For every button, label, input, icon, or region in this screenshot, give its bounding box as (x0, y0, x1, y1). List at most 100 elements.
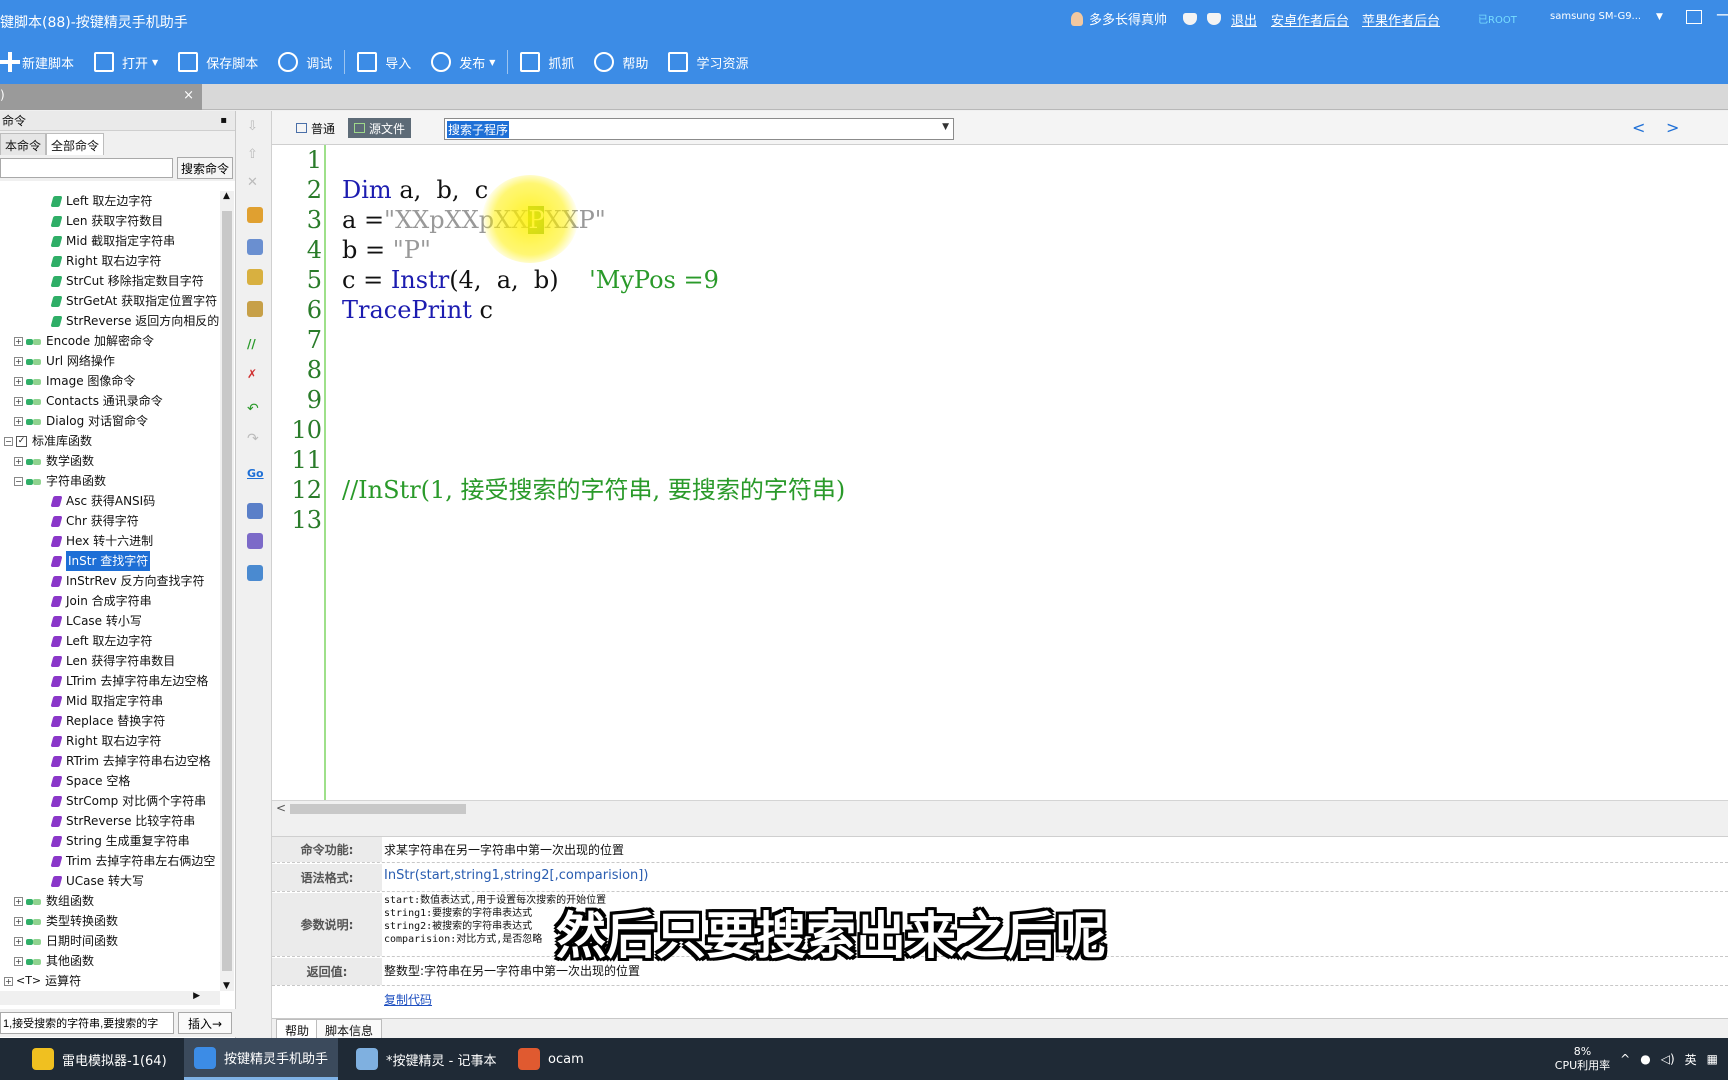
arrow-up-icon[interactable]: ⇧ (247, 147, 263, 163)
expand-icon[interactable]: + (14, 336, 23, 346)
tree-item[interactable]: InStr 查找字符 (50, 551, 151, 571)
nav-back-icon[interactable]: < (1632, 118, 1645, 137)
tree-item[interactable]: Space 空格 (50, 771, 130, 791)
collapse-icon[interactable]: − (14, 476, 23, 486)
tab-script-info[interactable]: 脚本信息 (316, 1019, 383, 1039)
tree-item[interactable]: + Image 图像命令 (14, 371, 135, 391)
tree-item[interactable]: LCase 转小写 (50, 611, 142, 631)
new-script-button[interactable]: 新建脚本 (0, 40, 84, 84)
tree-item[interactable]: RTrim 去掉字符串右边空格 (50, 751, 211, 771)
normal-view-button[interactable]: 普通 (290, 118, 341, 138)
microphone-icon[interactable]: ● (1640, 1052, 1650, 1066)
expand-icon[interactable]: + (14, 456, 23, 466)
logout-link[interactable]: 退出 (1231, 10, 1257, 29)
tree-item[interactable]: Left 取左边字符 (50, 631, 152, 651)
find-icon[interactable] (247, 503, 263, 519)
android-author-link[interactable]: 安卓作者后台 (1271, 10, 1349, 29)
expand-icon[interactable]: + (14, 416, 23, 426)
tree-item[interactable]: String 生成重复字符串 (50, 831, 190, 851)
expand-icon[interactable]: + (14, 916, 23, 926)
taskbar-item-assistant[interactable]: 按键精灵手机助手 (184, 1038, 339, 1080)
delete-icon[interactable]: ✕ (247, 175, 263, 191)
tree-item[interactable]: StrGetAt 获取指定位置字符 (50, 291, 217, 311)
expand-icon[interactable]: + (14, 896, 23, 906)
user-info[interactable]: 多多长得真帅 (1071, 9, 1223, 28)
taskbar-item-ocam[interactable]: ocam (508, 1038, 594, 1080)
scroll-left-icon[interactable]: < (276, 801, 286, 815)
editor-scroll-thumb[interactable] (290, 804, 466, 814)
script-tab[interactable]: ) × (0, 84, 202, 110)
tree-item[interactable]: + Dialog 对话窗命令 (14, 411, 148, 431)
tab-common-commands[interactable]: 本命令 (0, 133, 47, 155)
scrollbar-thumb[interactable] (222, 211, 232, 971)
expand-icon[interactable]: + (4, 976, 13, 986)
tree-item[interactable]: StrReverse 比较字符串 (50, 811, 195, 831)
tree-item[interactable]: − ✓ 标准库函数 (4, 431, 92, 451)
tab-all-commands[interactable]: 全部命令 (46, 133, 105, 155)
device-selector[interactable]: samsung SM-G9... (1550, 11, 1641, 22)
command-search-input[interactable] (0, 158, 173, 178)
volume-icon[interactable]: ◁) (1661, 1052, 1675, 1066)
tree-item[interactable]: − 字符串函数 (14, 471, 106, 491)
tree-item[interactable]: StrComp 对比俩个字符串 (50, 791, 206, 811)
replace-icon[interactable] (247, 533, 263, 549)
debug-button[interactable]: 调试 (268, 40, 342, 84)
tree-item[interactable]: Left 取左边字符 (50, 191, 152, 211)
chevron-up-icon[interactable]: ^ (1620, 1052, 1630, 1066)
arrow-down-icon[interactable]: ⇩ (247, 119, 263, 135)
learn-resources-button[interactable]: 学习资源 (658, 40, 758, 84)
tree-item[interactable]: + Encode 加解密命令 (14, 331, 154, 351)
list-icon[interactable] (247, 565, 263, 581)
grid-icon[interactable]: ▦ (1707, 1052, 1718, 1066)
tree-item[interactable]: Chr 获得字符 (50, 511, 139, 531)
tree-item[interactable]: Len 获得字符串数目 (50, 651, 175, 671)
command-tree[interactable]: Left 取左边字符 Len 获取字符数目 Mid 截取指定字符串 Right 取右边… (0, 191, 220, 991)
restore-window-button[interactable] (1686, 10, 1702, 24)
uncomment-icon[interactable]: ✗ (247, 367, 263, 383)
scroll-down-icon[interactable]: ▼ (223, 981, 230, 991)
tree-item[interactable]: Mid 截取指定字符串 (50, 231, 175, 251)
nav-forward-icon[interactable]: > (1666, 118, 1679, 137)
device-dropdown-icon[interactable]: ▼ (1656, 12, 1663, 22)
undo-icon[interactable]: ↶ (247, 401, 263, 417)
pin-icon[interactable]: ▪ (220, 111, 227, 131)
open-button[interactable]: 打开 ▼ (84, 40, 168, 84)
goto-icon[interactable]: Go (247, 467, 264, 483)
search-command-button[interactable]: 搜索命令 (177, 157, 233, 179)
tree-item[interactable]: + 其他函数 (14, 951, 94, 971)
source-view-button[interactable]: 源文件 (348, 118, 412, 138)
tree-item[interactable]: + <T> 运算符 (4, 971, 81, 991)
tree-item[interactable]: Join 合成字符串 (50, 591, 152, 611)
close-tab-icon[interactable]: × (183, 88, 194, 103)
tree-item[interactable]: Hex 转十六进制 (50, 531, 153, 551)
capture-button[interactable]: 抓抓 (510, 40, 584, 84)
redo-icon[interactable]: ↷ (247, 431, 263, 447)
collapse-icon[interactable]: − (4, 436, 13, 446)
tree-hscrollbar[interactable]: ▶ (0, 991, 220, 1005)
help-button[interactable]: 帮助 (584, 40, 658, 84)
publish-button[interactable]: 发布 ▼ (421, 40, 505, 84)
insert-preview-input[interactable] (0, 1012, 174, 1034)
tree-item[interactable]: LTrim 去掉字符串左边空格 (50, 671, 208, 691)
tree-scrollbar[interactable]: ▲ ▼ (220, 191, 234, 991)
scroll-right-icon[interactable]: ▶ (193, 991, 200, 1001)
tree-item[interactable]: + 数组函数 (14, 891, 94, 911)
import-button[interactable]: 导入 (347, 40, 421, 84)
cpu-meter[interactable]: 8% CPU利用率 (1555, 1045, 1610, 1073)
tree-item[interactable]: + 日期时间函数 (14, 931, 118, 951)
taskbar-item-emulator[interactable]: 雷电模拟器-1(64) (22, 1038, 177, 1080)
expand-icon[interactable]: + (14, 956, 23, 966)
tree-item[interactable]: StrCut 移除指定数目字符 (50, 271, 204, 291)
tree-item[interactable]: Len 获取字符数目 (50, 211, 163, 231)
copy-icon[interactable] (247, 269, 263, 285)
tree-item[interactable]: InStrRev 反方向查找字符 (50, 571, 205, 591)
subroutine-select[interactable]: 搜索子程序 ▼ (444, 118, 954, 140)
expand-icon[interactable]: + (14, 356, 23, 366)
tree-item[interactable]: Asc 获得ANSI码 (50, 491, 155, 511)
tree-item[interactable]: + Contacts 通讯录命令 (14, 391, 163, 411)
tree-item[interactable]: Replace 替换字符 (50, 711, 165, 731)
tree-item[interactable]: + 类型转换函数 (14, 911, 118, 931)
tree-item[interactable]: Trim 去掉字符串左右俩边空 (50, 851, 215, 871)
tree-item[interactable]: + Url 网络操作 (14, 351, 115, 371)
input-language[interactable]: 英 (1685, 1051, 1697, 1068)
